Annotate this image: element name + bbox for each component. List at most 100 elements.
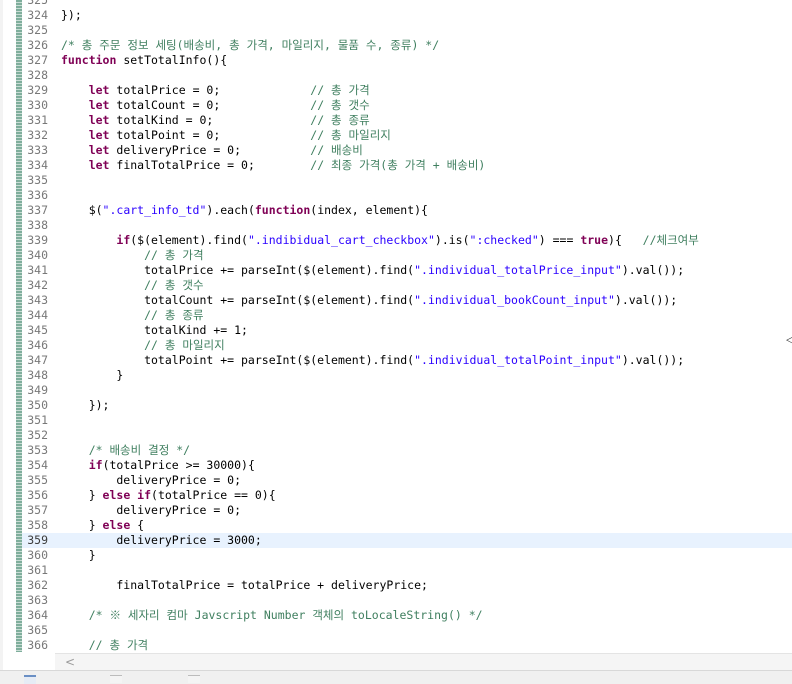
comment-token: // 총 마일리지	[144, 338, 225, 352]
code-line[interactable]: 355 deliveryPrice = 0;	[22, 473, 792, 488]
bottom-tab-icon[interactable]	[110, 675, 122, 683]
code-line[interactable]: 366 // 총 가격	[22, 638, 792, 652]
code-line[interactable]: 342 // 총 갯수	[22, 278, 792, 293]
code-text[interactable]: let deliveryPrice = 0; // 배송비	[61, 143, 363, 158]
code-text[interactable]: } else {	[61, 518, 144, 533]
code-text[interactable]: finalTotalPrice = totalPrice + deliveryP…	[61, 578, 428, 593]
code-line[interactable]: 365	[22, 623, 792, 638]
code-line[interactable]: 332 let totalPoint = 0; // 총 마일리지	[22, 128, 792, 143]
code-line[interactable]: 347 totalPoint += parseInt($(element).fi…	[22, 353, 792, 368]
code-line[interactable]: 362 finalTotalPrice = totalPrice + deliv…	[22, 578, 792, 593]
code-text[interactable]: if(totalPrice >= 30000){	[61, 458, 255, 473]
code-editor[interactable]: 325 324}); 325 326/* 총 주문 정보 세팅(배송비, 총 가격, …	[22, 0, 792, 652]
code-line[interactable]: 329 let totalPrice = 0; // 총 가격	[22, 83, 792, 98]
comment-token: // 총 갯수	[310, 98, 370, 112]
code-text[interactable]: totalCount += parseInt($(element).find("…	[61, 293, 677, 308]
line-number: 332	[27, 128, 48, 142]
code-line[interactable]: 363	[22, 593, 792, 608]
code-line[interactable]: 361	[22, 563, 792, 578]
code-line[interactable]: 337 $(".cart_info_td").each(function(ind…	[22, 203, 792, 218]
code-text[interactable]: // 총 마일리지	[61, 338, 225, 353]
code-text[interactable]: totalPoint += parseInt($(element).find("…	[61, 353, 684, 368]
code-line[interactable]: 330 let totalCount = 0; // 총 갯수	[22, 98, 792, 113]
code-line[interactable]: 345 totalKind += 1;	[22, 323, 792, 338]
code-text[interactable]: let totalCount = 0; // 총 갯수	[61, 98, 370, 113]
code-line[interactable]: 344 // 총 종류	[22, 308, 792, 323]
code-text[interactable]: });	[61, 8, 82, 23]
code-text[interactable]: deliveryPrice = 0;	[61, 473, 241, 488]
code-line[interactable]: 360 }	[22, 548, 792, 563]
code-line[interactable]: 346 // 총 마일리지	[22, 338, 792, 353]
keyword-token: let	[88, 143, 110, 157]
code-line[interactable]: 339 if($(element).find(".indibidual_cart…	[22, 233, 792, 248]
code-line[interactable]: 338	[22, 218, 792, 233]
code-text[interactable]: // 총 가격	[61, 248, 203, 263]
code-line[interactable]: 357 deliveryPrice = 0;	[22, 503, 792, 518]
code-line[interactable]: 350 });	[22, 398, 792, 413]
code-line[interactable]: 333 let deliveryPrice = 0; // 배송비	[22, 143, 792, 158]
code-line[interactable]: 327 function setTotalInfo(){	[22, 53, 792, 68]
code-token: deliveryPrice = 0;	[61, 503, 242, 517]
code-line[interactable]: 335	[22, 173, 792, 188]
code-line[interactable]: 351	[22, 413, 792, 428]
code-text[interactable]: }	[61, 548, 96, 563]
code-line[interactable]: 341 totalPrice += parseInt($(element).fi…	[22, 263, 792, 278]
code-text[interactable]: function setTotalInfo(){	[61, 53, 227, 68]
code-text[interactable]: let totalKind = 0; // 총 종류	[61, 113, 370, 128]
code-text[interactable]: // 총 종류	[61, 308, 203, 323]
overview-ruler-marker-icon[interactable]: ◁	[786, 333, 792, 346]
code-line[interactable]: 331 let totalKind = 0; // 총 종류	[22, 113, 792, 128]
bottom-tab-icon[interactable]	[188, 675, 200, 683]
code-text[interactable]: if($(element).find(".indibidual_cart_che…	[61, 233, 698, 248]
line-number: 363	[27, 593, 48, 607]
code-line[interactable]: 364 /* ※ 세자리 컴마 Javscript Number 객체의 toL…	[22, 608, 792, 623]
line-number: 330	[27, 98, 48, 112]
code-line[interactable]: 325	[22, 23, 792, 38]
code-line[interactable]: 324});	[22, 8, 792, 23]
code-text[interactable]: // 총 가격	[61, 638, 148, 652]
code-text[interactable]: /* 배송비 결정 */	[61, 443, 190, 458]
code-line[interactable]: 325	[22, 0, 792, 8]
line-number: 344	[27, 308, 48, 322]
code-text[interactable]: totalKind += 1;	[61, 323, 248, 338]
code-text[interactable]: $(".cart_info_td").each(function(index, …	[61, 203, 428, 218]
code-line[interactable]: 349	[22, 383, 792, 398]
code-text[interactable]: let totalPrice = 0; // 총 가격	[61, 83, 370, 98]
scroll-left-icon[interactable]: <	[65, 655, 75, 669]
code-line[interactable]: 340 // 총 가격	[22, 248, 792, 263]
code-text[interactable]: }	[61, 368, 123, 383]
code-line[interactable]: 359 deliveryPrice = 3000;	[22, 533, 792, 548]
code-text[interactable]: /* ※ 세자리 컴마 Javscript Number 객체의 toLocal…	[61, 608, 483, 623]
code-text[interactable]: let finalTotalPrice = 0; // 최종 가격(총 가격 +…	[61, 158, 486, 173]
code-line[interactable]: 348 }	[22, 368, 792, 383]
code-token: finalTotalPrice = totalPrice + deliveryP…	[61, 578, 428, 592]
code-text[interactable]: } else if(totalPrice == 0){	[61, 488, 276, 503]
code-text[interactable]: // 총 갯수	[61, 278, 203, 293]
horizontal-scrollbar[interactable]: <	[55, 653, 792, 670]
code-line[interactable]: 336	[22, 188, 792, 203]
code-line[interactable]: 334 let finalTotalPrice = 0; // 최종 가격(총 …	[22, 158, 792, 173]
code-line[interactable]: 326 /* 총 주문 정보 세팅(배송비, 총 가격, 마일리지, 물품 수, …	[22, 38, 792, 53]
code-line[interactable]: 353 /* 배송비 결정 */	[22, 443, 792, 458]
code-text[interactable]: deliveryPrice = 3000;	[61, 533, 262, 548]
code-text[interactable]: totalPrice += parseInt($(element).find("…	[61, 263, 684, 278]
code-line[interactable]: 343 totalCount += parseInt($(element).fi…	[22, 293, 792, 308]
code-token: });	[61, 8, 82, 22]
keyword-token: let	[88, 98, 110, 112]
code-text[interactable]: /* 총 주문 정보 세팅(배송비, 총 가격, 마일리지, 물품 수, 종류)…	[61, 38, 439, 53]
code-token: deliveryPrice = 3000;	[61, 533, 262, 547]
code-line[interactable]: 352	[22, 428, 792, 443]
code-token: deliveryPrice = 0;	[61, 473, 242, 487]
code-text[interactable]: });	[61, 398, 110, 413]
code-line[interactable]: 356 } else if(totalPrice == 0){	[22, 488, 792, 503]
string-token: ".individual_totalPrice_input"	[414, 263, 622, 277]
code-line[interactable]: 328	[22, 68, 792, 83]
line-number: 325	[27, 23, 48, 37]
code-line[interactable]: 354 if(totalPrice >= 30000){	[22, 458, 792, 473]
code-token: ) ===	[538, 233, 581, 247]
code-text[interactable]: let totalPoint = 0; // 총 마일리지	[61, 128, 391, 143]
code-text[interactable]: deliveryPrice = 0;	[61, 503, 241, 518]
code-line[interactable]: 358 } else {	[22, 518, 792, 533]
